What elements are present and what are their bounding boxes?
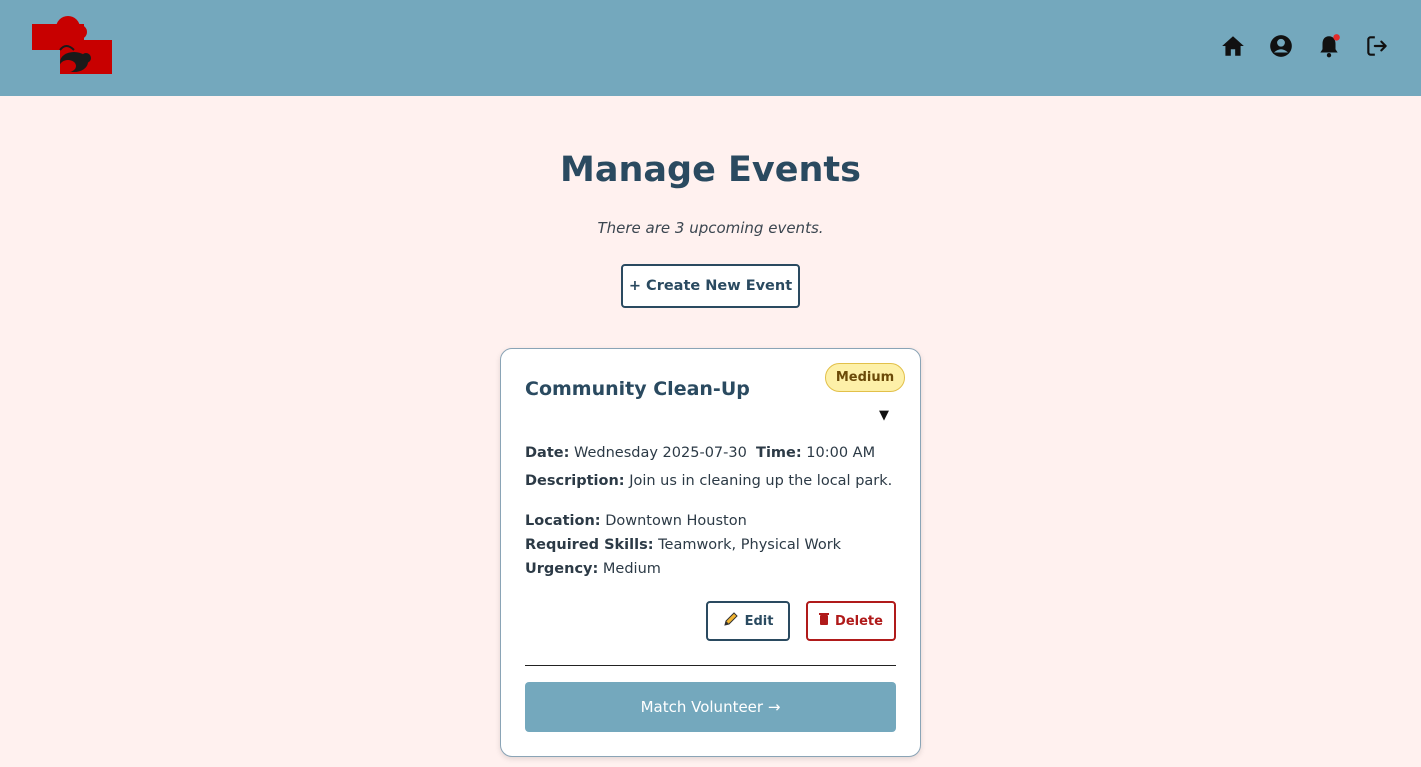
pencil-icon (723, 611, 739, 631)
urgency-label: Urgency: (525, 561, 599, 577)
trash-icon (819, 613, 830, 629)
urgency-value: Medium (602, 561, 661, 577)
delete-button[interactable]: Delete (806, 601, 896, 641)
user-circle-icon[interactable] (1268, 33, 1294, 59)
description-value: Join us in cleaning up the local park. (629, 473, 893, 489)
event-title: Community Clean-Up (525, 378, 750, 400)
time-label: Time: (756, 445, 802, 461)
event-card: Medium Community Clean-Up ▼ Date: Wednes… (500, 348, 921, 757)
urgency-badge: Medium (825, 363, 905, 392)
description-row: Description: Join us in cleaning up the … (525, 473, 892, 489)
edit-button[interactable]: Edit (706, 601, 790, 641)
create-event-button[interactable]: + Create New Event (621, 264, 800, 308)
date-value: Wednesday 2025-07-30 (574, 445, 747, 461)
top-navbar (0, 0, 1421, 96)
urgency-row: Urgency: Medium (525, 561, 661, 577)
date-label: Date: (525, 445, 570, 461)
delete-label: Delete (835, 613, 883, 629)
hands-logo[interactable] (30, 14, 114, 82)
home-icon[interactable] (1220, 33, 1246, 59)
logout-icon[interactable] (1364, 33, 1390, 59)
skills-label: Required Skills: (525, 537, 654, 553)
location-label: Location: (525, 513, 601, 529)
time-value: 10:00 AM (806, 445, 876, 461)
page-title: Manage Events (560, 150, 861, 190)
edit-label: Edit (744, 613, 774, 629)
skills-value: Teamwork, Physical Work (658, 537, 842, 553)
match-volunteer-button[interactable]: Match Volunteer → (525, 682, 896, 732)
location-row: Location: Downtown Houston (525, 513, 747, 529)
date-time-row: Date: Wednesday 2025-07-30 Time: 10:00 A… (525, 445, 875, 461)
upcoming-count-text: There are 3 upcoming events. (597, 219, 824, 237)
bell-icon[interactable] (1316, 33, 1342, 59)
location-value: Downtown Houston (605, 513, 747, 529)
card-divider (525, 665, 896, 666)
expand-toggle-icon[interactable]: ▼ (879, 409, 893, 423)
description-label: Description: (525, 473, 625, 489)
skills-row: Required Skills: Teamwork, Physical Work (525, 537, 841, 553)
